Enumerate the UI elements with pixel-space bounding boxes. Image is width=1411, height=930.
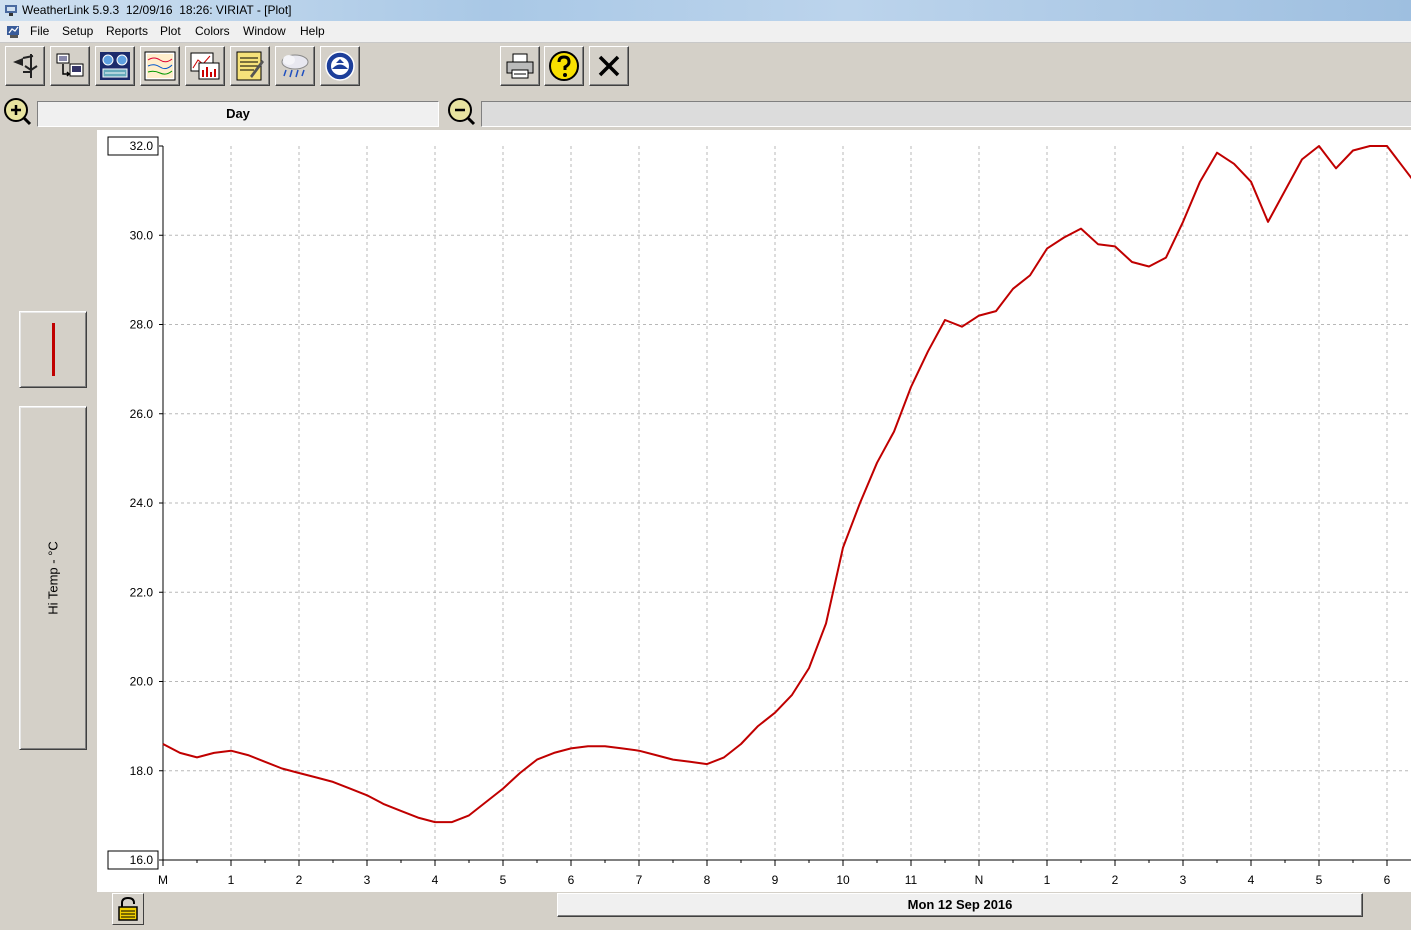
temperature-chart[interactable]: 32.0 30.0 28.0 26.0 24.0 22.0 20.0 18.0 16.0 M 1 2 3… (97, 130, 1411, 892)
rain-button[interactable] (275, 46, 315, 86)
plot-window-icon[interactable] (6, 24, 22, 39)
y-tick-label: 24.0 (130, 496, 154, 510)
download-icon (56, 53, 84, 77)
menu-reports[interactable]: Reports (106, 24, 148, 38)
plot-date-label: Mon 12 Sep 2016 (557, 893, 1363, 917)
summary-button[interactable] (95, 46, 135, 86)
y-axis-label: Hi Temp - °C (45, 541, 61, 615)
x-tick-label: 5 (500, 873, 507, 887)
menu-plot[interactable]: Plot (160, 24, 181, 38)
x-tick-label: 2 (1112, 873, 1119, 887)
title-bar: WeatherLink 5.9.3 12/09/16 18:26: VIRIAT… (0, 0, 1411, 21)
x-tick-label: 11 (905, 873, 918, 887)
x-tick-label: M (158, 873, 168, 887)
noaa-button[interactable] (320, 46, 360, 86)
y-tick-label: 28.0 (130, 318, 154, 332)
y-axis-label-panel[interactable]: Hi Temp - °C (19, 406, 87, 750)
print-icon (506, 53, 534, 79)
menu-bar: File Setup Reports Plot Colors Window He… (0, 21, 1411, 43)
zoom-out-button[interactable] (446, 96, 476, 126)
zoom-in-button[interactable] (2, 96, 32, 126)
y-tick-label: 32.0 (130, 139, 154, 153)
time-scroll-track[interactable] (481, 101, 1411, 127)
browse-button[interactable] (230, 46, 270, 86)
noaa-icon (325, 51, 355, 81)
close-icon (598, 55, 620, 77)
x-tick-label: 8 (704, 873, 711, 887)
toolbar (0, 43, 1411, 89)
x-tick-label: 6 (568, 873, 575, 887)
x-tick-label: 6 (1384, 873, 1391, 887)
weatherlink-app-icon[interactable] (4, 3, 18, 17)
x-tick-label: 2 (296, 873, 303, 887)
x-tick-label: 4 (432, 873, 439, 887)
x-tick-label: 10 (836, 873, 850, 887)
rain-cloud-icon (281, 54, 309, 78)
menu-setup[interactable]: Setup (62, 24, 93, 38)
x-tick-label: 4 (1248, 873, 1255, 887)
menu-help[interactable]: Help (300, 24, 325, 38)
help-button[interactable] (544, 46, 584, 86)
x-tick-label: 1 (1044, 873, 1051, 887)
y-tick-label: 30.0 (130, 228, 154, 242)
y-tick-label: 20.0 (130, 675, 154, 689)
plot-icon (190, 52, 220, 80)
menu-window[interactable]: Window (243, 24, 286, 38)
summary-icon (100, 52, 130, 80)
padlock-icon (118, 896, 138, 921)
series-layer (162, 145, 1411, 824)
zoom-in-icon (4, 98, 32, 126)
menu-file[interactable]: File (30, 24, 49, 38)
strip-chart-icon (144, 51, 176, 81)
print-button[interactable] (500, 46, 540, 86)
window-title: WeatherLink 5.9.3 12/09/16 18:26: VIRIAT… (22, 3, 292, 17)
y-tick-label: 16.0 (130, 853, 154, 867)
x-tick-label: 5 (1316, 873, 1323, 887)
legend-line-sample (52, 323, 55, 376)
x-tick-label: 3 (364, 873, 371, 887)
menu-colors[interactable]: Colors (195, 24, 230, 38)
close-button[interactable] (589, 46, 629, 86)
grid-lines (163, 146, 1411, 860)
plot-button[interactable] (185, 46, 225, 86)
y-tick-label: 18.0 (130, 764, 154, 778)
plot-area[interactable]: 32.0 30.0 28.0 26.0 24.0 22.0 20.0 18.0 16.0 M 1 2 3… (97, 130, 1411, 892)
lock-button[interactable] (112, 893, 144, 925)
time-span-field[interactable]: Day (37, 101, 439, 127)
x-tick-label: N (975, 873, 984, 887)
hi-temp-series-line[interactable] (162, 145, 1411, 824)
series-legend-swatch[interactable] (19, 311, 87, 388)
x-tick-label: 9 (772, 873, 779, 887)
bulletin-icon (9, 50, 41, 82)
help-icon (549, 51, 579, 81)
strip-chart-button[interactable] (140, 46, 180, 86)
browse-icon (236, 51, 264, 81)
y-tick-label: 26.0 (130, 407, 154, 421)
x-tick-label: 7 (636, 873, 643, 887)
zoom-out-icon (448, 98, 476, 126)
download-button[interactable] (50, 46, 90, 86)
x-tick-label: 3 (1180, 873, 1187, 887)
x-tick-label: 1 (228, 873, 235, 887)
bulletin-button[interactable] (5, 46, 45, 86)
y-tick-label: 22.0 (130, 585, 154, 599)
